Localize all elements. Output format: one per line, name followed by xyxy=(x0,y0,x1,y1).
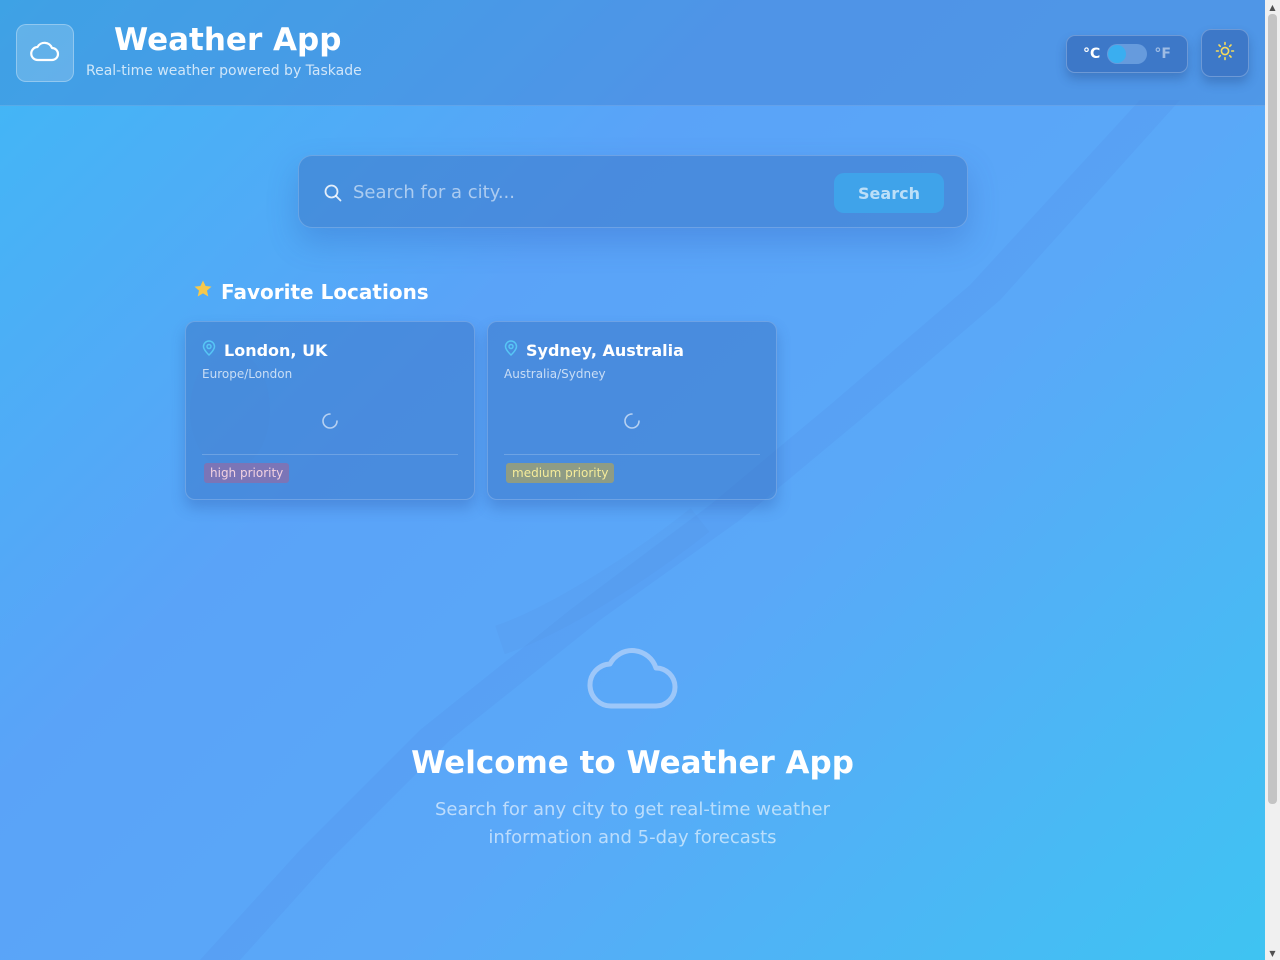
celsius-label[interactable]: °C xyxy=(1083,46,1100,62)
welcome-title: Welcome to Weather App xyxy=(411,745,854,781)
priority-badge: medium priority xyxy=(506,463,615,483)
search-input[interactable] xyxy=(353,174,813,210)
fahrenheit-label[interactable]: °F xyxy=(1154,46,1171,62)
search-button[interactable]: Search xyxy=(834,173,944,213)
app-logo xyxy=(16,24,74,82)
search-icon xyxy=(323,183,343,203)
favorite-card-london[interactable]: London, UK Europe/London high priority xyxy=(185,321,475,500)
app-header: Weather App Real-time weather powered by… xyxy=(0,0,1265,106)
switch-knob xyxy=(1108,45,1127,63)
theme-toggle-button[interactable] xyxy=(1201,29,1249,77)
scroll-down-icon[interactable]: ▼ xyxy=(1265,946,1280,960)
sun-icon xyxy=(1215,41,1235,65)
card-divider xyxy=(202,454,458,455)
card-title-row: Sydney, Australia xyxy=(504,340,684,360)
favorite-card-sydney[interactable]: Sydney, Australia Australia/Sydney mediu… xyxy=(487,321,777,500)
loading-spinner-icon xyxy=(321,412,339,430)
cloud-icon xyxy=(586,640,680,712)
welcome-text: Search for any city to get real-time wea… xyxy=(434,799,830,848)
map-pin-icon xyxy=(202,340,216,360)
map-pin-icon xyxy=(504,340,518,360)
app-title: Weather App xyxy=(114,22,342,58)
temperature-unit-toggle[interactable]: °C °F xyxy=(1066,35,1188,73)
priority-badge: high priority xyxy=(204,463,290,483)
search-bar: Search xyxy=(298,155,968,228)
card-title-row: London, UK xyxy=(202,340,327,360)
card-location-name: London, UK xyxy=(224,340,328,360)
loading-spinner-icon xyxy=(623,412,641,430)
scroll-up-icon[interactable]: ▲ xyxy=(1265,0,1280,14)
favorites-heading-label: Favorite Locations xyxy=(221,279,429,304)
card-location-name: Sydney, Australia xyxy=(526,340,684,360)
scrollbar-thumb[interactable] xyxy=(1268,14,1277,804)
star-icon xyxy=(193,279,213,304)
unit-switch[interactable] xyxy=(1107,44,1148,64)
favorites-heading: Favorite Locations xyxy=(193,279,429,304)
card-divider xyxy=(504,454,760,455)
card-timezone: Europe/London xyxy=(202,367,293,381)
page-scrollbar[interactable]: ▲ ▼ xyxy=(1265,0,1280,960)
app-subtitle: Real-time weather powered by Taskade xyxy=(86,63,362,79)
cloud-icon xyxy=(30,40,60,66)
card-timezone: Australia/Sydney xyxy=(504,367,606,381)
